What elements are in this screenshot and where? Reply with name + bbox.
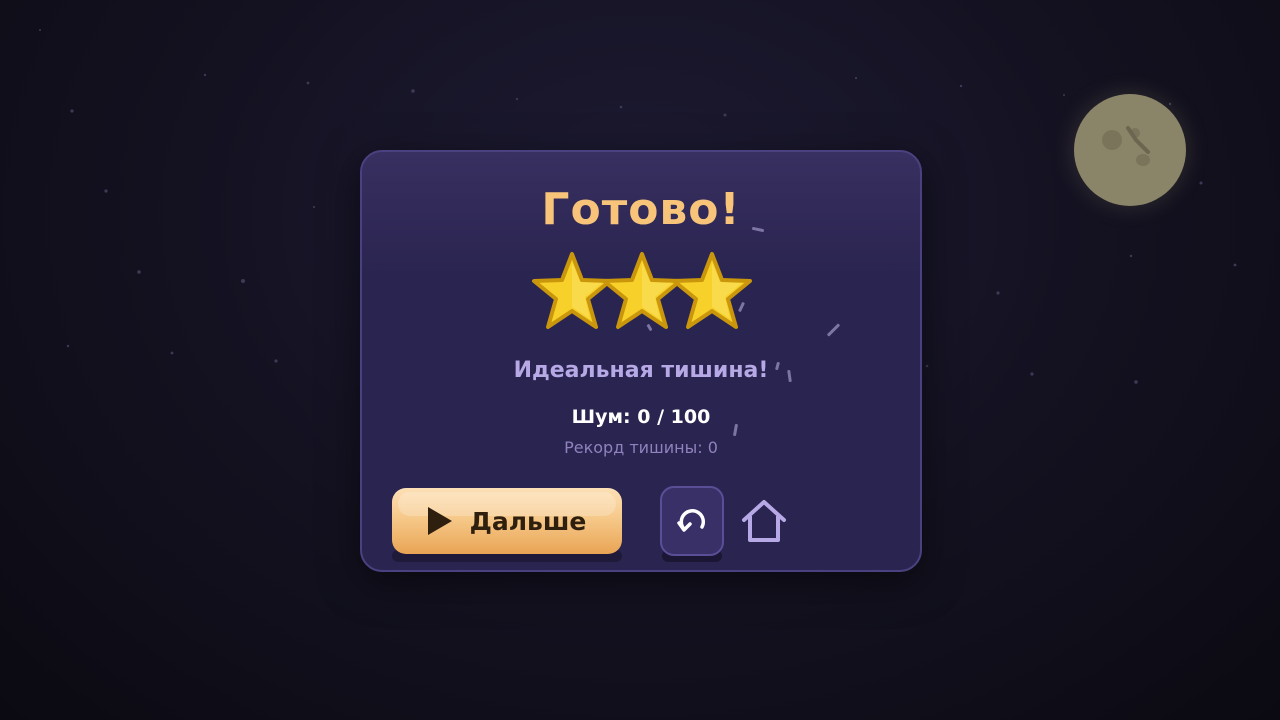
- result-message: Идеальная тишина!: [513, 358, 769, 383]
- confetti-fleck: [826, 323, 841, 337]
- replay-button[interactable]: [660, 486, 724, 556]
- next-button[interactable]: Дальше: [392, 488, 622, 554]
- home-button[interactable]: [736, 494, 792, 550]
- level-complete-dialog: Готово! Идеальная тишина! Шум: 0 / 100 Р…: [360, 150, 922, 572]
- home-icon: [742, 500, 786, 542]
- play-icon: [427, 507, 452, 535]
- moon-decoration: [1074, 94, 1186, 206]
- next-button-label: Дальше: [469, 506, 587, 536]
- noise-score: Шум: 0 / 100: [571, 406, 711, 428]
- star-rating: [530, 250, 754, 332]
- star-icon: [672, 252, 752, 329]
- replay-icon: [677, 509, 706, 532]
- silence-record: Рекорд тишины: 0: [564, 438, 718, 457]
- dialog-title: Готово!: [541, 184, 741, 235]
- moon-crack-icon: [1126, 126, 1150, 154]
